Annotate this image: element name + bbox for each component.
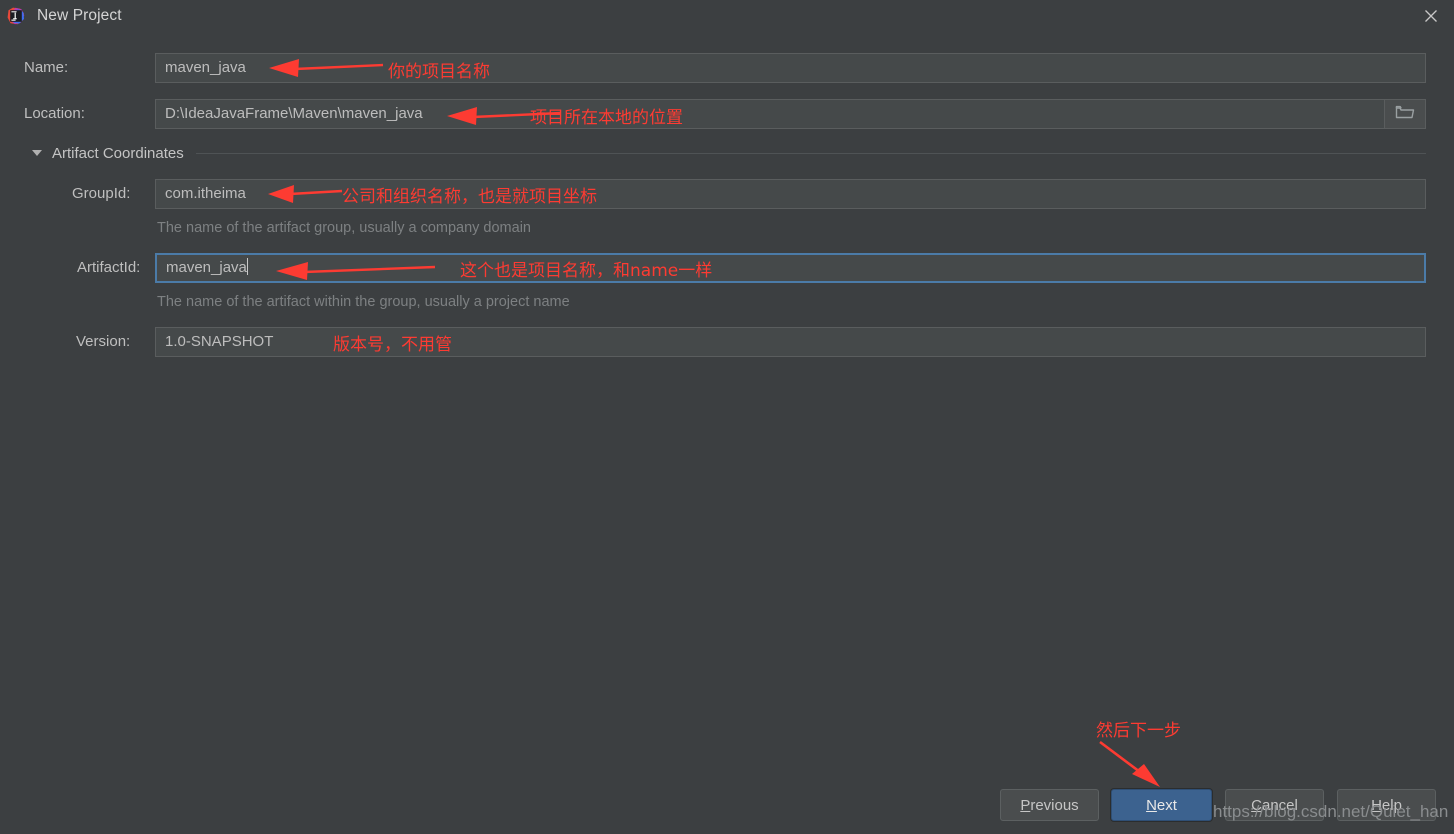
- version-row: Version: 1.0-SNAPSHOT: [0, 327, 1454, 357]
- text-caret: [246, 258, 248, 275]
- watermark-url: https://blog.csdn.net/Quiet_han: [1213, 802, 1449, 821]
- clipped-bottom-text: [160, 826, 163, 834]
- next-button-label: Next: [1146, 796, 1177, 814]
- artifactid-input-value: maven_java: [166, 259, 247, 276]
- close-icon[interactable]: [1408, 0, 1454, 32]
- new-project-form: Name: maven_java Location: D:\IdeaJavaFr…: [0, 32, 1454, 772]
- name-row: Name: maven_java: [0, 53, 1454, 83]
- section-divider: [195, 152, 1426, 154]
- location-row: Location: D:\IdeaJavaFrame\Maven\maven_j…: [0, 99, 1454, 129]
- annotation-artifactid: 这个也是项目名称，和name一样: [460, 261, 713, 281]
- version-label: Version:: [76, 333, 131, 350]
- annotation-name: 你的项目名称: [388, 62, 490, 82]
- clipped-bottom-row: [0, 826, 1454, 834]
- groupid-hint: The name of the artifact group, usually …: [157, 220, 531, 236]
- artifact-coordinates-section-header[interactable]: Artifact Coordinates: [0, 143, 1454, 163]
- groupid-label: GroupId:: [72, 185, 131, 202]
- artifactid-row: ArtifactId: maven_java: [0, 253, 1454, 283]
- annotation-version: 版本号，不用管: [333, 335, 452, 355]
- annotation-location: 项目所在本地的位置: [530, 108, 683, 128]
- name-label: Name:: [24, 59, 69, 76]
- previous-button-label: Previous: [1020, 796, 1079, 814]
- folder-icon: [1395, 104, 1415, 125]
- previous-button[interactable]: Previous: [1000, 789, 1099, 821]
- location-input[interactable]: D:\IdeaJavaFrame\Maven\maven_java: [155, 99, 1426, 129]
- intellij-idea-icon: [7, 7, 25, 25]
- location-label: Location:: [24, 105, 85, 122]
- artifactid-input[interactable]: maven_java: [155, 253, 1426, 283]
- location-browse-button[interactable]: [1384, 99, 1426, 129]
- groupid-row: GroupId: com.itheima: [0, 179, 1454, 209]
- artifactid-hint: The name of the artifact within the grou…: [157, 294, 570, 310]
- window-title: New Project: [37, 7, 122, 24]
- annotation-next: 然后下一步: [1096, 721, 1181, 741]
- next-button[interactable]: Next: [1111, 789, 1212, 821]
- name-input[interactable]: maven_java: [155, 53, 1426, 83]
- title-bar: New Project: [0, 0, 1454, 32]
- artifact-coordinates-label: Artifact Coordinates: [52, 144, 184, 162]
- annotation-groupid: 公司和组织名称，也是就项目坐标: [342, 187, 597, 207]
- triangle-down-icon[interactable]: [32, 150, 42, 156]
- artifactid-label: ArtifactId:: [77, 259, 141, 276]
